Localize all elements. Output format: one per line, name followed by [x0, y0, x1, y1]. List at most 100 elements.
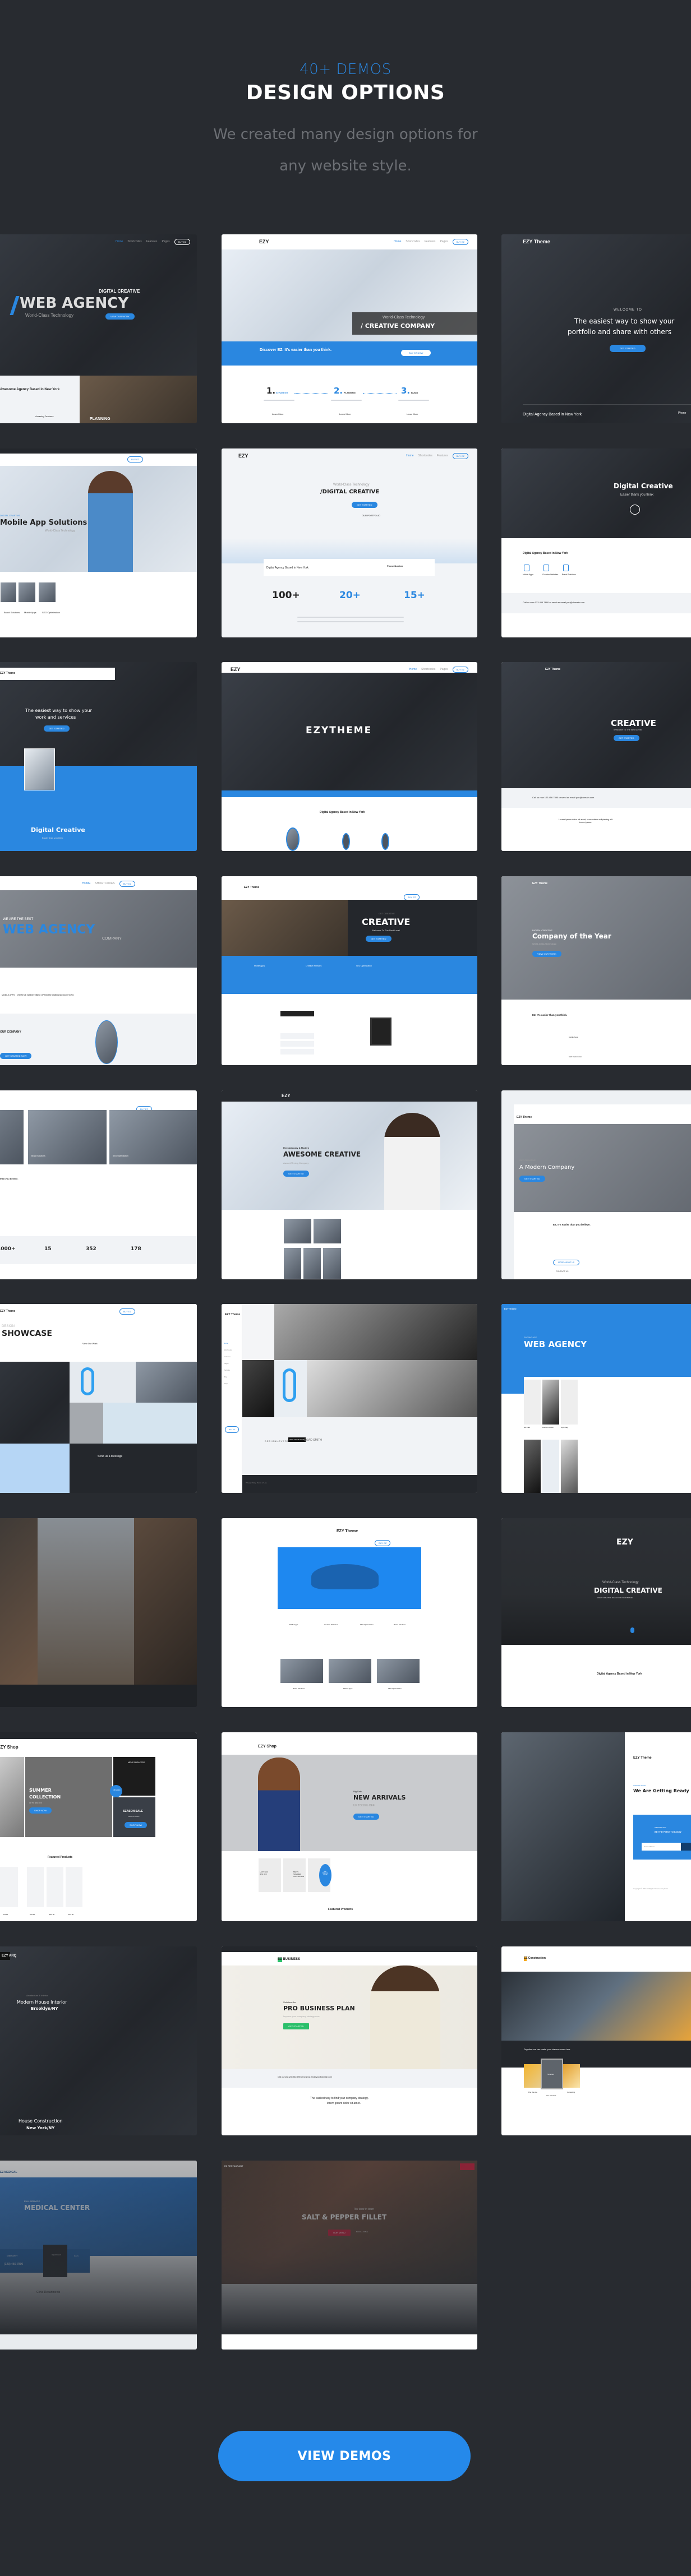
section-heading: than you believe.: [0, 1177, 19, 1180]
laptop-image: [0, 1518, 38, 1685]
demo-card-business[interactable]: EZ BUSINESS Solutions for PRO BUSINESS P…: [222, 1946, 477, 2135]
demo-kicker: Big Sale: [353, 1790, 362, 1793]
section-heading: Featured Products: [48, 1856, 73, 1859]
demo-card-digital-creative-dark[interactable]: Digital Creative Easier thank you think …: [501, 448, 691, 637]
hero-image: EZY World-Class Technology DIGITAL CREAT…: [501, 1518, 691, 1645]
mobile-icon: [524, 565, 529, 571]
service-label: SEO OPTIMIZATION: [36, 994, 55, 996]
hours-box: Hours: [67, 2249, 90, 2273]
demo-logo: EZY: [231, 667, 241, 672]
demo-card-ezytheme[interactable]: EZY Home Shortcodes Pages BUY EZ EZYTHEM…: [222, 662, 477, 851]
team-circle: [95, 1020, 118, 1064]
demo-card-architecture[interactable]: EZY ARQ Architecture & Interior Modern H…: [0, 1946, 197, 2135]
call-text: Call us now 123 456 7890 or send an emai…: [532, 796, 595, 799]
cursor-icon: [543, 565, 549, 571]
hero-image: Solutions for PRO BUSINESS PLAN Improve …: [222, 1965, 477, 2069]
subscribe-box: SUBSCRIBE AND BE THE FIRST TO KNOW Email…: [633, 1815, 691, 1860]
portfolio-item: [524, 1440, 541, 1493]
mountain-image: [70, 1403, 103, 1444]
demo-card-mobile-app[interactable]: BUY EZ DIGITAL CRAFTIVE Mobile App Solut…: [0, 448, 197, 637]
team-circle: [381, 833, 389, 850]
demo-card-shop-summer[interactable]: EZY Shop SUMMER COLLECTION UP TO 50% OFF…: [0, 1732, 197, 1921]
service-label: Mobile Apps: [289, 1624, 298, 1626]
demo-heading: AWESOME CREATIVE: [283, 1150, 361, 1158]
demo-card-creative-split[interactable]: EZY Theme BUY EZ GET CREATIVE CREATIVE W…: [222, 876, 477, 1065]
demo-card-modern-company[interactable]: EZY Theme GET CREATIVE A Modern Company …: [501, 1090, 691, 1279]
subscribe-heading: BE THE FIRST TO KNOW: [655, 1830, 681, 1833]
demo-card-web-agency-company[interactable]: HOME SHORTCODES BUY EZ WE ARE THE BEST W…: [0, 876, 197, 1065]
topbar: [0, 448, 197, 454]
contact-section: Send us a Message: [70, 1444, 197, 1493]
service-thumb: [328, 1658, 372, 1684]
demo-card-company-of-year[interactable]: EZY Theme DIGITAL CREATIVE Company of th…: [501, 876, 691, 1065]
service-label: Creative Websites: [306, 965, 322, 967]
demo-card-construction[interactable]: EZ Construction Together we can make you…: [501, 1946, 691, 2135]
product-image: [278, 1547, 421, 1609]
step-connector: [363, 393, 397, 394]
demo-kicker: World-Class Technology: [383, 316, 425, 320]
step-number: 1.: [266, 386, 276, 396]
nav-link: Home: [406, 454, 414, 457]
discount-badge: 45% OFF: [110, 1785, 122, 1797]
tag-icon: [563, 565, 569, 571]
demo-nav: EZY Theme Home Shortcodes Features Pages: [501, 234, 691, 249]
subscribe-kicker: SUBSCRIBE AND: [655, 1827, 666, 1829]
service-label: Creative Websites: [542, 574, 559, 576]
hero-image: FULL SERVICE MEDICAL CENTER: [0, 2177, 197, 2256]
demo-card-web-agency[interactable]: Home Shortcodes Features Pages BUY EZ DI…: [0, 234, 197, 423]
demo-sub: Welcome To The Next Level: [614, 728, 642, 731]
gift-badge: GET SPECIAL GIFTS: [319, 1864, 331, 1886]
demo-card-sidebar-layout[interactable]: EZY Theme Home Shortcodes Features Pages…: [222, 1304, 477, 1493]
demo-card-creative[interactable]: EZY Theme CREATIVE Welcome To The Next L…: [501, 662, 691, 851]
portfolio-grid: EZ Card Fashion Model Style Bag: [524, 1377, 691, 1433]
sidebar-menu-item: Shortcodes: [224, 1349, 233, 1351]
view-demos-button[interactable]: VIEW DEMOS: [218, 2431, 471, 2481]
demo-sub: COMPANY: [102, 937, 122, 941]
hero-image: WE ARE THE BEST WEB AGENCY COMPANY: [0, 890, 197, 968]
section-heading: Clinic Departments: [36, 2291, 61, 2294]
demo-heading: The easiest way to show your: [574, 317, 675, 325]
promo-tile: MEN'S SUMMER COLLECTION: [283, 1858, 306, 1892]
demo-card-web-agency-showcase[interactable]: EZY Theme SHOWCASE WEB AGENCY EZ Card Fa…: [501, 1304, 691, 1493]
demo-kicker: Revolutionary & Modern: [283, 1146, 310, 1149]
demo-kicker: The best in town: [353, 2208, 374, 2211]
demo-logo: EZY Theme: [517, 1116, 532, 1119]
phone-image: [0, 1444, 70, 1493]
demo-heading: WEB AGENCY: [20, 295, 129, 312]
hero-image: EZY Theme DIGITAL CREATIVE Company of th…: [501, 876, 691, 1000]
gallery-image: [313, 1218, 342, 1244]
sidebar-menu-item: Blog: [224, 1376, 228, 1378]
demo-sub: UP TO 50% OFF: [29, 1802, 42, 1804]
demo-card-medical[interactable]: EZ MEDICAL FULL SERVICE MEDICAL CENTER E…: [0, 2161, 197, 2350]
demo-card-work-services[interactable]: EZY Theme The easiest way to show your w…: [0, 662, 197, 851]
demo-card-shop-new-arrivals[interactable]: EZY Shop Big Sale NEW ARRIVALS UP TO 50%…: [222, 1732, 477, 1921]
demo-heading: Company of the Year: [532, 932, 611, 940]
text-placeholder: [297, 621, 404, 622]
demo-heading: Modern House Interior: [17, 2000, 67, 2005]
demo-card-product[interactable]: EZY Theme BUY EZ Mobile Apps Creative We…: [222, 1518, 477, 1707]
demo-logo: EZY Theme: [633, 1756, 652, 1760]
demo-kicker: DIGITAL CRAFTIVE: [0, 514, 21, 517]
demo-card-digital-creative-mountain[interactable]: EZY World-Class Technology DIGITAL CREAT…: [501, 1518, 691, 1707]
hero-person: [370, 1965, 440, 2069]
demo-card-showcase[interactable]: EZY Theme BUY EZ DESIGN SHOWCASE View Ou…: [0, 1304, 197, 1493]
demo-card-restaurant[interactable]: EZ RESTAURANT The best in town SALT & PE…: [222, 2161, 477, 2350]
service-label: Creative Websites: [324, 1624, 338, 1626]
feature-label: Amazing Features: [35, 415, 54, 418]
demo-card-coming-soon[interactable]: EZY Theme COMING SOON We Are Getting Rea…: [501, 1732, 691, 1921]
demo-card-lifestyle[interactable]: [0, 1518, 197, 1707]
portfolio-label: EZ Card: [524, 1426, 531, 1428]
sidebar-button: BUY EZ: [225, 1426, 239, 1433]
brand-logo: DESIGNLOVERS: [265, 1440, 289, 1442]
portrait-image: [274, 1304, 477, 1360]
promo-label: MEN'S SUMMER COLLECTION: [293, 1871, 305, 1877]
section-heading: OUR COMPANY: [0, 1030, 21, 1034]
demo-card-creative-company[interactable]: EZY Home Shortcodes Features Pages BUY E…: [222, 234, 477, 423]
demo-card-agency-stats[interactable]: BUY EZ Brand Solutions SEO Optimization …: [0, 1090, 197, 1279]
demo-heading: We Are Getting Ready: [633, 1788, 689, 1793]
demo-card-awesome-creative[interactable]: EZY Revolutionary & Modern AWESOME CREAT…: [222, 1090, 477, 1279]
demo-card-digital-creative[interactable]: EZY Home Shortcodes Features BUY EZ Worl…: [222, 448, 477, 637]
demo-card-portfolio[interactable]: EZY Theme Home Shortcodes Features Pages…: [501, 234, 691, 423]
demo-nav: EZY Theme: [514, 1104, 691, 1124]
demo-heading: SHOWCASE: [2, 1329, 52, 1338]
